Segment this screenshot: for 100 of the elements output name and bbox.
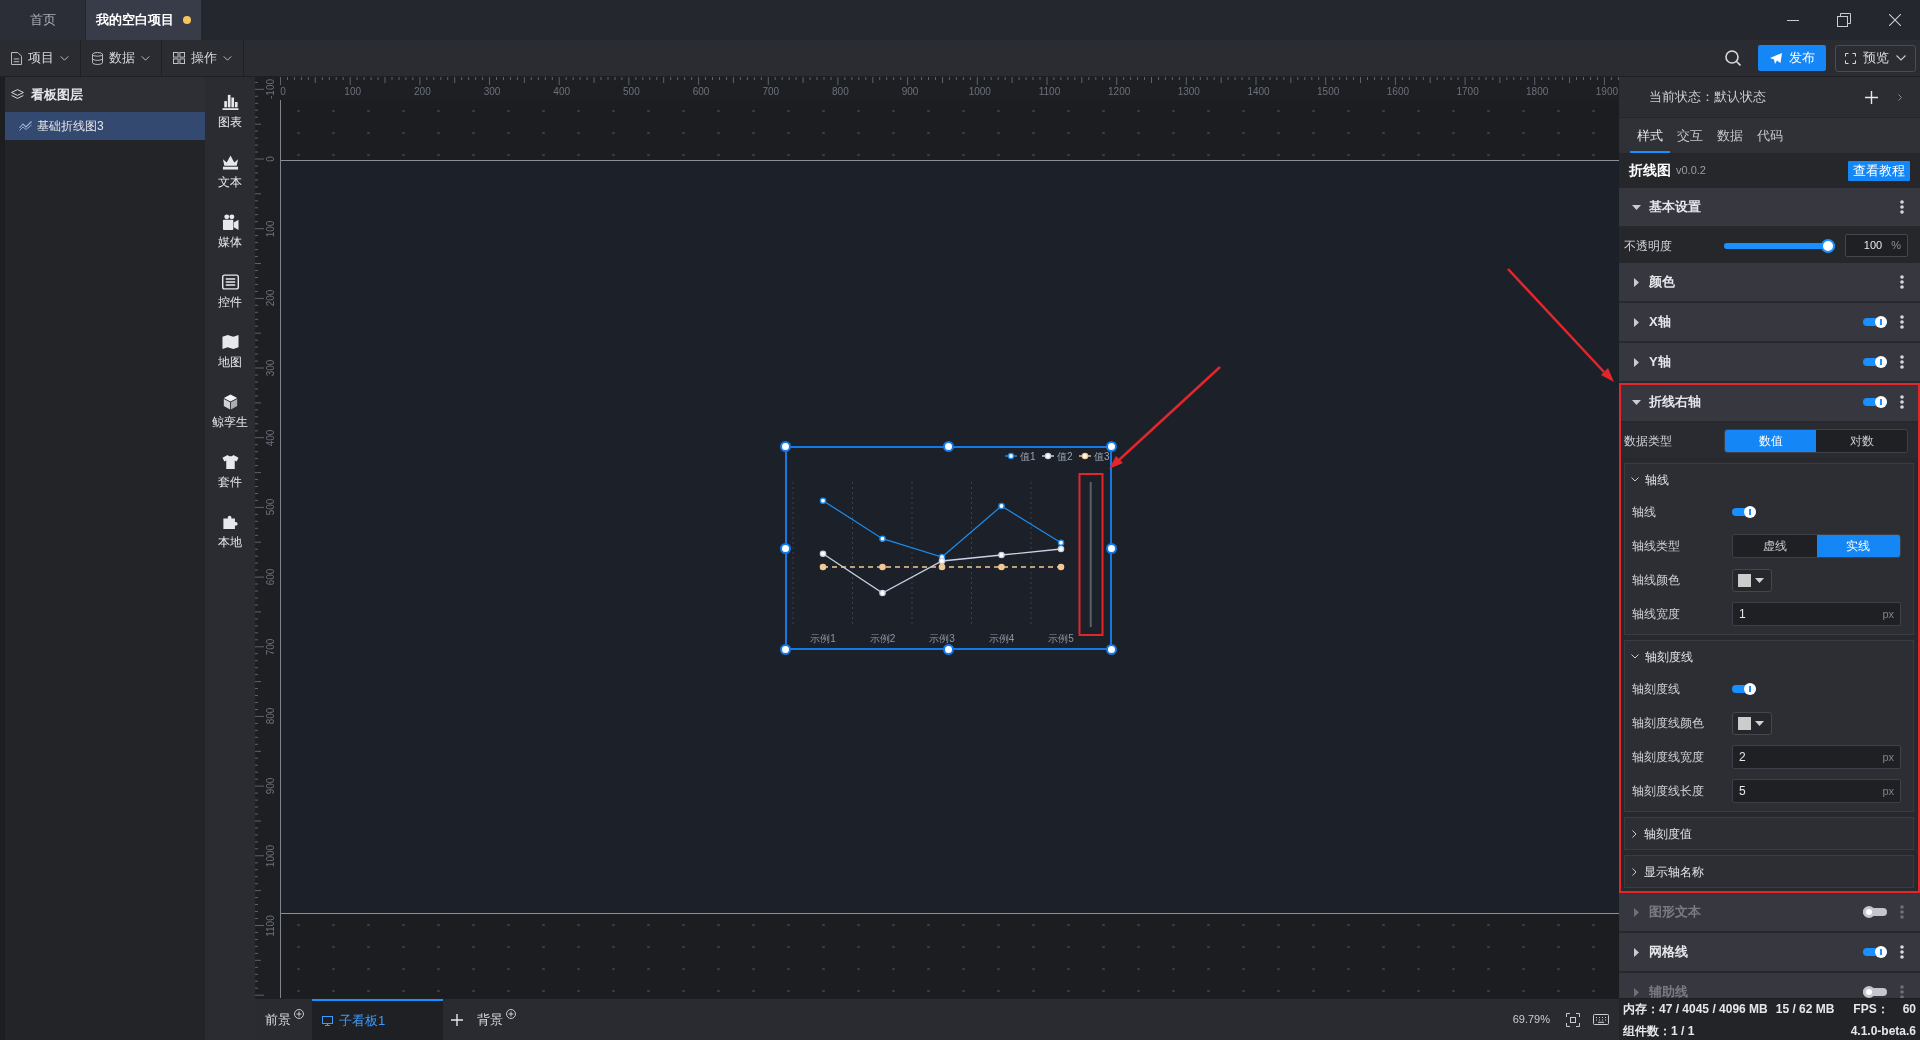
section-title: 折线右轴 xyxy=(1649,393,1701,412)
inspector-tab[interactable]: 交互 xyxy=(1670,118,1710,153)
segment-option[interactable]: 虚线 xyxy=(1733,535,1817,557)
section-header[interactable]: X轴 xyxy=(1619,303,1920,343)
resize-handle[interactable] xyxy=(1106,644,1117,655)
ruler-label: 900 xyxy=(265,777,277,795)
preview-button[interactable]: 预览 xyxy=(1835,44,1916,72)
resize-handle[interactable] xyxy=(1106,441,1117,452)
paper-plane-icon xyxy=(1769,52,1782,64)
resize-handle[interactable] xyxy=(943,644,954,655)
component-category-button[interactable]: 图表 xyxy=(205,82,255,142)
toggle-switch[interactable] xyxy=(1863,396,1887,408)
resize-handle[interactable] xyxy=(943,441,954,452)
grid-icon xyxy=(173,52,185,64)
color-picker[interactable] xyxy=(1732,568,1772,592)
segment-option[interactable]: 数值 xyxy=(1725,429,1816,452)
publish-button[interactable]: 发布 xyxy=(1758,45,1826,71)
ruler-label: 1700 xyxy=(1456,86,1479,98)
section-header[interactable]: 颜色 xyxy=(1619,263,1920,303)
layer-tab[interactable]: 前景 xyxy=(265,999,304,1040)
line-chart-widget[interactable]: 示例1 示例2 示例3 示例4 示例5 值1 值2 值3 xyxy=(785,446,1112,650)
section-header[interactable]: 折线右轴 xyxy=(1619,383,1920,423)
component-category-button[interactable]: 地图 xyxy=(205,322,255,382)
resize-handle[interactable] xyxy=(780,644,791,655)
layer-tab[interactable]: 背景 xyxy=(477,999,516,1040)
plus-icon[interactable] xyxy=(451,1013,463,1026)
layer-item[interactable]: 基础折线图3 xyxy=(5,112,205,140)
editor-tab[interactable]: 我的空白项目 xyxy=(86,0,201,40)
more-icon[interactable] xyxy=(1900,355,1904,369)
toggle-switch[interactable] xyxy=(1732,683,1756,695)
category-label: 示例3 xyxy=(929,633,955,644)
more-icon[interactable] xyxy=(1900,275,1904,289)
resize-handle[interactable] xyxy=(1106,543,1117,554)
component-category-button[interactable]: 套件 xyxy=(205,442,255,502)
number-field[interactable]: 1 px xyxy=(1732,602,1901,626)
chevron-right-icon[interactable] xyxy=(1898,93,1902,101)
keyboard-icon[interactable] xyxy=(1593,1014,1609,1025)
toggle-switch[interactable] xyxy=(1863,946,1887,958)
plus-circle-icon xyxy=(506,1008,516,1019)
number-field[interactable]: 5 px xyxy=(1732,779,1901,803)
group-title[interactable]: 轴刻度值 xyxy=(1644,824,1692,843)
component-category-button[interactable]: 鲸孪生 xyxy=(205,382,255,442)
component-category-button[interactable]: 控件 xyxy=(205,262,255,322)
section-header[interactable]: 网格线 xyxy=(1619,933,1920,973)
color-picker[interactable] xyxy=(1732,711,1772,735)
editor-tab[interactable]: 首页 xyxy=(0,0,85,40)
menu-button[interactable]: 操作 xyxy=(162,40,244,76)
component-category-button[interactable]: 本地 xyxy=(205,502,255,562)
restore-icon[interactable] xyxy=(1837,13,1851,27)
line-chart-icon xyxy=(19,121,32,131)
toggle-switch[interactable] xyxy=(1732,506,1756,518)
component-category-button[interactable]: 媒体 xyxy=(205,202,255,262)
section-title: 基本设置 xyxy=(1649,198,1701,217)
section-header[interactable]: 基本设置 xyxy=(1619,188,1920,228)
component-category-button[interactable]: 文本 xyxy=(205,142,255,202)
tutorial-button[interactable]: 查看教程 xyxy=(1848,160,1910,181)
ruler-label: 100 xyxy=(265,220,277,238)
caret-down-icon xyxy=(1755,720,1764,726)
plus-icon[interactable] xyxy=(1865,90,1878,104)
state-label: 当前状态：默认状态 xyxy=(1649,88,1766,107)
more-icon[interactable] xyxy=(1900,395,1904,409)
ruler-label: 1600 xyxy=(1386,86,1409,98)
toggle-switch[interactable] xyxy=(1863,356,1887,368)
slider-thumb[interactable] xyxy=(1821,238,1835,253)
more-icon[interactable] xyxy=(1900,200,1904,214)
menu-button[interactable]: 项目 xyxy=(0,40,81,76)
more-icon[interactable] xyxy=(1900,945,1904,959)
ruler-label: -100 xyxy=(265,79,277,100)
section-header[interactable]: Y轴 xyxy=(1619,343,1920,383)
ruler-label: 800 xyxy=(832,86,849,98)
toggle-switch[interactable] xyxy=(1863,316,1887,328)
group-title[interactable]: 轴线 xyxy=(1645,470,1669,489)
ruler-label: 500 xyxy=(265,499,277,516)
search-icon[interactable] xyxy=(1725,50,1741,66)
number-field[interactable]: 2 px xyxy=(1732,745,1901,769)
memory-value: 15 / 62 MB xyxy=(1775,1000,1835,1018)
ruler-label: 0 xyxy=(265,156,277,162)
group-title[interactable]: 轴刻度线 xyxy=(1645,647,1693,666)
resize-handle[interactable] xyxy=(780,441,791,452)
segment-option[interactable]: 对数 xyxy=(1816,429,1907,452)
cube-icon xyxy=(221,393,239,410)
segment-option[interactable]: 实线 xyxy=(1816,535,1900,557)
toggle-switch[interactable] xyxy=(1863,906,1887,918)
ruler-label: 700 xyxy=(762,86,780,98)
group-title[interactable]: 显示轴名称 xyxy=(1644,862,1704,881)
menu-button[interactable]: 数据 xyxy=(81,40,162,76)
ruler-label: 600 xyxy=(692,86,710,98)
close-icon[interactable] xyxy=(1889,14,1901,26)
slider-track[interactable] xyxy=(1724,238,1835,253)
ruler-label: 300 xyxy=(265,359,277,377)
fit-screen-icon[interactable] xyxy=(1566,1012,1580,1027)
number-field[interactable]: 100 % xyxy=(1845,234,1908,257)
inspector-tab[interactable]: 数据 xyxy=(1710,118,1750,153)
board-tab[interactable]: 子看板1 xyxy=(312,999,443,1040)
inspector-tab[interactable]: 代码 xyxy=(1750,118,1790,153)
ruler-label: 1200 xyxy=(1108,86,1131,98)
minimize-icon[interactable] xyxy=(1787,19,1799,21)
resize-handle[interactable] xyxy=(780,543,791,554)
chevron-down-icon xyxy=(60,55,69,61)
more-icon[interactable] xyxy=(1900,315,1904,329)
